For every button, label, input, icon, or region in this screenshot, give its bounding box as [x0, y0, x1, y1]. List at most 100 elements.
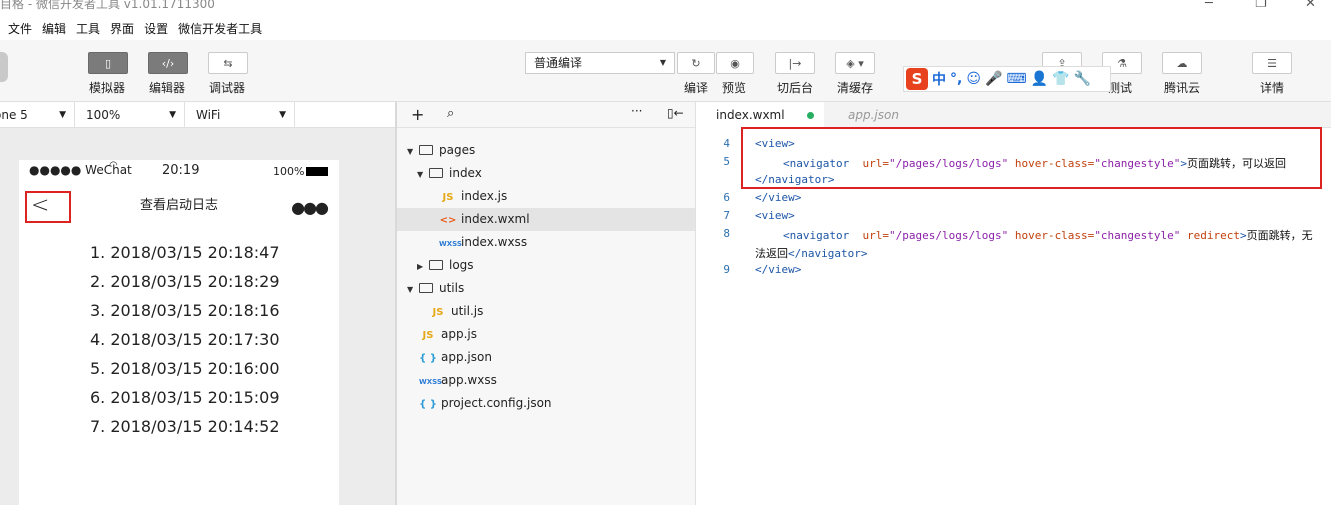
details-button[interactable]: ☰: [1252, 52, 1292, 74]
punctuation-icon[interactable]: °,: [950, 71, 962, 87]
chevron-left-icon: <: [31, 193, 50, 218]
tree-label: app.wxss: [441, 373, 497, 387]
zoom-select[interactable]: 100% ▼: [80, 102, 185, 128]
menu-tools[interactable]: 工具: [76, 20, 100, 37]
tree-folder-utils[interactable]: ▼ utils: [407, 277, 464, 300]
tree-folder-logs[interactable]: ▶ logs: [417, 254, 474, 277]
phone-status-bar: ●●●●● WeChat ◠ 20:19 100%: [19, 160, 339, 182]
list-item: 7. 2018/03/15 20:14:52: [90, 417, 280, 436]
tab-app-json[interactable]: app.json: [828, 102, 899, 128]
background-label: 切后台: [777, 81, 814, 95]
more-icon[interactable]: ···: [631, 104, 642, 118]
network-value: WiFi: [196, 108, 221, 122]
debug-icon: ⇆: [223, 56, 233, 70]
log-list: 1. 2018/03/15 20:18:47 2. 2018/03/15 20:…: [19, 243, 339, 446]
eye-icon: ◉: [730, 56, 740, 70]
tree-label: pages: [439, 143, 476, 157]
tree-file-index-wxss[interactable]: WXSSindex.wxss: [439, 231, 527, 254]
user-icon[interactable]: 👤: [1031, 71, 1048, 87]
window-titlebar: 目格 - 微信开发者工具 v1.01.1711300 ─ ❐ ✕: [0, 0, 1331, 16]
line-number: 8: [723, 227, 730, 240]
keyboard-icon[interactable]: ⌨: [1006, 71, 1026, 87]
network-select[interactable]: WiFi ▼: [190, 102, 295, 128]
code-line: <navigator url="/pages/logs/logs" hover-…: [783, 227, 1313, 243]
debugger-button[interactable]: ⇆: [208, 52, 248, 74]
tree-label: app.json: [441, 350, 492, 364]
highlight-box: [741, 127, 1322, 189]
menu-devtools[interactable]: 微信开发者工具: [178, 20, 262, 37]
tree-file-app-wxss[interactable]: WXSSapp.wxss: [419, 369, 497, 392]
tree-file-app-js[interactable]: JS app.js: [419, 323, 477, 346]
collapse-panel-icon[interactable]: ▯←: [667, 106, 684, 120]
editor-tabs: index.wxml app.json: [696, 102, 1331, 128]
tree-file-project-config[interactable]: { } project.config.json: [419, 392, 551, 415]
search-icon[interactable]: ⌕: [447, 106, 454, 121]
tree-label: index.wxml: [461, 212, 530, 226]
wxml-file-icon: <>: [439, 215, 457, 226]
tree-label: logs: [449, 258, 474, 272]
phone-icon: ▯: [104, 56, 112, 70]
debugger-label: 调试器: [209, 81, 246, 95]
preview-button[interactable]: ◉: [716, 52, 754, 74]
device-value: one 5: [0, 108, 28, 122]
tree-folder-pages[interactable]: ▼ pages: [407, 139, 475, 162]
compile-mode-select[interactable]: 普通编译 ▼: [525, 52, 675, 74]
more-icon[interactable]: ●●●: [291, 198, 329, 217]
expanded-arrow-icon: ▼: [407, 285, 414, 294]
clear-cache-button[interactable]: ◈ ▾: [835, 52, 875, 74]
tree-file-app-json[interactable]: { } app.json: [419, 346, 492, 369]
background-button[interactable]: |→: [775, 52, 815, 74]
expanded-arrow-icon: ▼: [407, 147, 414, 156]
file-tree: ▼ pages ▼ index JS index.js <> index.wxml WX…: [397, 128, 695, 505]
smiley-icon[interactable]: ☺: [966, 71, 981, 87]
add-icon[interactable]: +: [411, 105, 424, 124]
compile-button[interactable]: ↻: [677, 52, 715, 74]
tab-index-wxml[interactable]: index.wxml: [696, 102, 824, 128]
menu-edit[interactable]: 编辑: [42, 20, 66, 37]
shirt-icon[interactable]: 👕: [1052, 71, 1069, 87]
tree-folder-index[interactable]: ▼ index: [417, 162, 482, 185]
avatar[interactable]: [0, 52, 8, 82]
code-token: "changestyle": [1094, 229, 1181, 242]
code-token: <view>: [755, 209, 795, 222]
tencent-cloud-button[interactable]: ☁: [1162, 52, 1202, 74]
simulator-button[interactable]: ▯: [88, 52, 128, 74]
code-token: url=: [862, 229, 889, 242]
ime-toolbar[interactable]: S 中 °, ☺ 🎤 ⌨ 👤 👕 🔧: [903, 66, 1111, 92]
close-icon[interactable]: ✕: [1305, 0, 1316, 11]
folder-open-icon: [419, 145, 433, 155]
tree-file-index-wxml[interactable]: <> index.wxml: [397, 208, 695, 231]
wrench-icon[interactable]: 🔧: [1073, 71, 1090, 87]
menu-settings[interactable]: 设置: [144, 20, 168, 37]
sogou-logo-icon: S: [906, 68, 928, 90]
file-tree-toolbar: + ⌕ ··· ▯←: [397, 102, 695, 128]
code-token: </view>: [755, 263, 802, 276]
chevron-down-icon: ▼: [279, 110, 286, 120]
wxss-file-icon: WXSS: [439, 240, 462, 248]
microphone-icon[interactable]: 🎤: [985, 71, 1002, 87]
ime-mode[interactable]: 中: [932, 69, 946, 89]
menu-view[interactable]: 界面: [110, 20, 134, 37]
folder-icon: [429, 260, 443, 270]
chevron-down-icon: ▼: [169, 110, 176, 120]
code-line: </view>: [755, 263, 801, 276]
maximize-icon[interactable]: ❐: [1255, 0, 1267, 11]
menu-file[interactable]: 文件: [8, 20, 32, 37]
tree-file-index-js[interactable]: JS index.js: [439, 185, 508, 208]
editor-button[interactable]: ‹/›: [148, 52, 188, 74]
device-select[interactable]: one 5 ▼: [0, 102, 75, 128]
test-label: 测试: [1108, 81, 1133, 95]
back-button[interactable]: <: [25, 191, 71, 223]
list-item: 2. 2018/03/15 20:18:29: [90, 272, 280, 291]
code-token: <navigator: [783, 229, 850, 242]
toolbar: ▯ 模拟器 ‹/› 编辑器 ⇆ 调试器 普通编译 ▼ ↻ 编译 ◉ 预览 |→ …: [0, 40, 1331, 102]
tree-label: app.js: [441, 327, 477, 341]
list-item: 5. 2018/03/15 20:16:00: [90, 359, 280, 378]
compile-label: 编译: [684, 81, 709, 95]
tree-file-util-js[interactable]: JS util.js: [429, 300, 484, 323]
menubar: 文件 编辑 工具 界面 设置 微信开发者工具: [0, 16, 1331, 40]
minimize-icon[interactable]: ─: [1205, 0, 1213, 11]
expanded-arrow-icon: ▼: [417, 170, 424, 179]
code-token: hover-class=: [1014, 229, 1095, 242]
json-file-icon: { }: [419, 399, 437, 410]
